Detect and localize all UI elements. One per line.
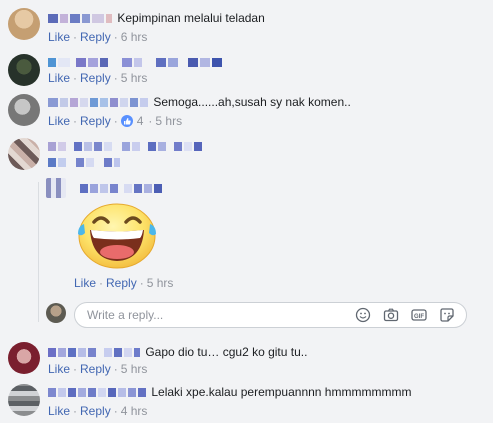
like-link[interactable]: Like: [48, 362, 70, 376]
current-user-avatar: [46, 303, 66, 323]
timestamp[interactable]: 4 hrs: [121, 404, 148, 418]
comment-body-blurred: [48, 154, 122, 170]
like-reaction-icon[interactable]: [120, 115, 133, 127]
comment-actions: Like · Reply · 4 · 5 hrs: [48, 114, 183, 128]
comment-body-blurred: [48, 54, 224, 70]
avatar[interactable]: [46, 178, 66, 198]
timestamp[interactable]: 5 hrs: [147, 276, 174, 290]
like-link[interactable]: Like: [74, 276, 96, 290]
laughing-emoji-sticker: [78, 203, 156, 269]
comment-actions: Like · Reply · 4 hrs: [48, 404, 148, 418]
like-link[interactable]: Like: [48, 71, 70, 85]
like-link[interactable]: Like: [48, 114, 70, 128]
comment-actions: Like · Reply · 5 hrs: [74, 276, 174, 290]
reply-link[interactable]: Reply: [80, 114, 111, 128]
author-name-blurred[interactable]: [48, 95, 153, 109]
smiley-icon[interactable]: [355, 307, 371, 323]
comment-body: Semoga......ah,susah sy nak komen..: [48, 94, 351, 110]
reply-link[interactable]: Reply: [80, 362, 111, 376]
comment-text: Lelaki xpe.kalau perempuannnn hmmmmmmmm: [151, 385, 412, 399]
reply-input-box[interactable]: GIF: [74, 302, 467, 328]
reply-link[interactable]: Reply: [80, 30, 111, 44]
comment-text: Semoga......ah,susah sy nak komen..: [153, 95, 351, 109]
like-link[interactable]: Like: [48, 404, 70, 418]
timestamp[interactable]: 5 hrs: [155, 114, 182, 128]
comment-body: Gapo dio tu… cgu2 ko gitu tu..: [48, 344, 307, 360]
comment-actions: Like · Reply · 5 hrs: [48, 362, 148, 376]
avatar[interactable]: [8, 384, 40, 416]
reply-link[interactable]: Reply: [80, 71, 111, 85]
comment-body-blurred: [48, 138, 204, 154]
gif-icon[interactable]: GIF: [411, 307, 427, 323]
author-name-blurred[interactable]: [48, 11, 117, 25]
timestamp[interactable]: 5 hrs: [121, 362, 148, 376]
comment-actions: Like · Reply · 6 hrs: [48, 30, 148, 44]
comment-text: Gapo dio tu… cgu2 ko gitu tu..: [145, 345, 308, 359]
avatar[interactable]: [8, 342, 40, 374]
comment-body: Lelaki xpe.kalau perempuannnn hmmmmmmmm: [48, 384, 411, 400]
camera-icon[interactable]: [383, 307, 399, 323]
comment-body: Kepimpinan melalui teladan: [48, 10, 265, 26]
comment-actions: Like · Reply · 5 hrs: [48, 71, 148, 85]
comment-text: Kepimpinan melalui teladan: [117, 11, 265, 25]
sticker-icon[interactable]: [439, 307, 455, 323]
author-name-blurred[interactable]: [48, 385, 151, 399]
avatar[interactable]: [8, 54, 40, 86]
reaction-count[interactable]: 4: [137, 114, 144, 128]
svg-text:GIF: GIF: [414, 314, 424, 320]
author-name-blurred[interactable]: [48, 345, 145, 359]
reply-input[interactable]: [87, 307, 317, 323]
avatar[interactable]: [8, 94, 40, 126]
reply-link[interactable]: Reply: [80, 404, 111, 418]
timestamp[interactable]: 6 hrs: [121, 30, 148, 44]
thread-connector: [38, 182, 39, 322]
avatar[interactable]: [8, 138, 40, 170]
reply-link[interactable]: Reply: [106, 276, 137, 290]
timestamp[interactable]: 5 hrs: [121, 71, 148, 85]
author-name-blurred[interactable]: [80, 180, 164, 196]
avatar[interactable]: [8, 8, 40, 40]
like-link[interactable]: Like: [48, 30, 70, 44]
